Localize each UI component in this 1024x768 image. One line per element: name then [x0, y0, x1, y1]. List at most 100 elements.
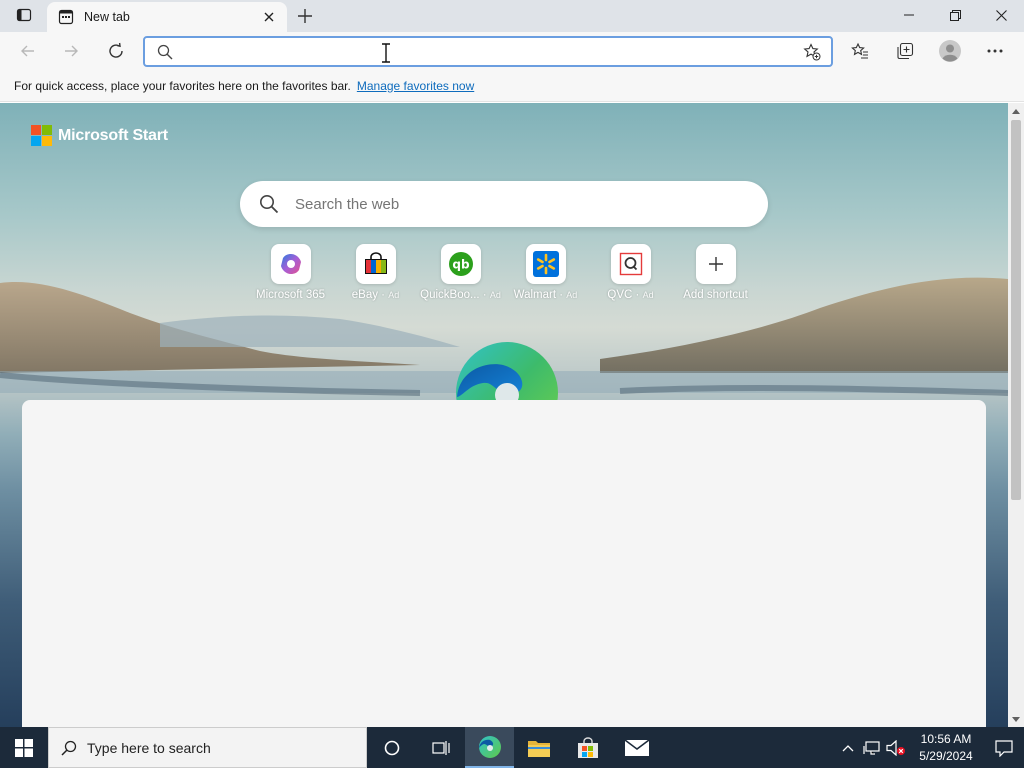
taskbar-search[interactable]: Type here to search — [48, 727, 367, 768]
restore-icon — [949, 9, 961, 21]
text-cursor-icon — [382, 43, 390, 63]
favorites-icon — [851, 42, 868, 59]
more-icon — [987, 49, 1003, 53]
qvc-icon — [619, 252, 642, 276]
add-favorite-button[interactable] — [797, 39, 827, 65]
taskbar-clock[interactable]: 10:56 AM 5/29/2024 — [908, 731, 984, 765]
back-button[interactable] — [13, 36, 43, 66]
svg-text:qb: qb — [452, 258, 470, 272]
web-search-box[interactable] — [240, 181, 768, 227]
shortcut-qvc[interactable]: QVC · Ad — [588, 244, 673, 301]
chevron-down-icon — [1012, 716, 1020, 722]
taskbar-edge[interactable] — [465, 727, 514, 768]
refresh-icon — [109, 42, 123, 58]
scroll-up-button[interactable] — [1008, 103, 1024, 119]
search-icon — [157, 44, 173, 59]
tab-actions-icon — [16, 7, 32, 26]
cortana-button[interactable] — [367, 727, 416, 768]
forward-button[interactable] — [56, 36, 86, 66]
edge-icon — [478, 735, 501, 758]
forward-arrow-icon — [65, 45, 78, 57]
new-tab-button[interactable] — [292, 4, 318, 28]
chevron-up-icon — [1012, 108, 1020, 114]
task-view-button[interactable] — [416, 727, 465, 768]
tab-strip: New tab — [0, 0, 1024, 32]
taskbar-file-explorer[interactable] — [514, 727, 563, 768]
taskbar-store[interactable] — [563, 727, 612, 768]
clock-time: 10:56 AM — [920, 731, 972, 746]
shortcut-tile — [270, 244, 311, 284]
web-search-input[interactable] — [295, 195, 768, 213]
browser-toolbar — [0, 32, 1024, 70]
microsoft-start-brand[interactable]: Microsoft Start — [31, 125, 168, 146]
shortcut-tile — [525, 244, 566, 284]
profile-button[interactable] — [935, 36, 965, 66]
cortana-icon — [384, 740, 399, 755]
microsoft-logo-icon — [31, 125, 52, 146]
collections-icon — [897, 42, 914, 60]
minimize-button[interactable] — [886, 0, 932, 30]
taskbar-mail[interactable] — [612, 727, 661, 768]
search-icon — [61, 740, 77, 756]
shortcut-label: QVC · Ad — [607, 289, 654, 301]
quickbooks-icon: qb — [448, 252, 473, 276]
taskbar-search-placeholder: Type here to search — [87, 739, 211, 756]
scroll-thumb[interactable] — [1011, 120, 1021, 500]
windows-icon — [15, 738, 33, 757]
shortcut-label: QuickBoo... · Ad — [420, 289, 501, 301]
folder-icon — [527, 740, 550, 757]
tab-title: New tab — [84, 10, 130, 24]
plus-icon — [298, 9, 312, 23]
shortcut-ebay[interactable]: eBay · Ad — [333, 244, 418, 301]
tab-close-button[interactable] — [259, 7, 279, 27]
favorites-button[interactable] — [845, 36, 875, 66]
microsoft365-icon — [280, 254, 301, 274]
close-window-button[interactable] — [978, 0, 1024, 30]
screen: New tab For quick access, place your fav… — [0, 0, 1024, 768]
plus-icon — [708, 257, 723, 271]
shortcut-tile — [695, 244, 736, 284]
network-button[interactable] — [860, 727, 884, 768]
profile-avatar-icon — [939, 40, 961, 62]
shortcut-label: Walmart · Ad — [513, 289, 578, 301]
shortcut-label: Microsoft 365 — [255, 289, 326, 301]
task-view-icon — [431, 740, 450, 755]
mail-icon — [624, 738, 649, 756]
clock-date: 5/29/2024 — [919, 748, 973, 763]
chevron-up-icon — [842, 744, 854, 751]
store-icon — [577, 736, 598, 758]
page-scrollbar[interactable] — [1008, 103, 1024, 727]
show-hidden-icons-button[interactable] — [836, 727, 860, 768]
start-button[interactable] — [0, 727, 48, 768]
action-center-button[interactable] — [984, 727, 1024, 768]
taskbar: Type here to search 10:56 AM 5/29/2024 — [0, 727, 1024, 768]
close-icon — [264, 12, 274, 22]
shortcut-tile — [610, 244, 651, 284]
back-arrow-icon — [21, 45, 34, 57]
shortcut-tile: qb — [440, 244, 481, 284]
ebay-icon — [364, 252, 387, 274]
brand-label: Microsoft Start — [58, 126, 168, 144]
refresh-button[interactable] — [101, 36, 131, 66]
address-bar[interactable] — [143, 36, 833, 67]
settings-more-button[interactable] — [980, 36, 1010, 66]
shortcut-microsoft-365[interactable]: Microsoft 365 — [248, 244, 333, 301]
scroll-down-button[interactable] — [1008, 711, 1024, 727]
minimize-icon — [904, 14, 914, 16]
address-input[interactable] — [173, 38, 797, 65]
shortcut-walmart[interactable]: Walmart · Ad — [503, 244, 588, 301]
tab-new-tab[interactable]: New tab — [47, 2, 287, 32]
new-tab-page: Microsoft Start Microsoft 365 eBay · Ad … — [0, 103, 1008, 727]
system-tray: 10:56 AM 5/29/2024 — [836, 727, 1024, 768]
tab-actions-button[interactable] — [8, 4, 40, 28]
collections-button[interactable] — [890, 36, 920, 66]
shortcut-quickbooks[interactable]: qb QuickBoo... · Ad — [418, 244, 503, 301]
shortcut-tile — [355, 244, 396, 284]
shortcut-label: Add shortcut — [683, 289, 748, 301]
restore-button[interactable] — [932, 0, 978, 30]
search-icon — [260, 195, 279, 214]
manage-favorites-link[interactable]: Manage favorites now — [357, 79, 474, 93]
network-icon — [863, 740, 880, 755]
shortcut-add[interactable]: Add shortcut — [673, 244, 758, 301]
volume-button[interactable] — [884, 727, 908, 768]
